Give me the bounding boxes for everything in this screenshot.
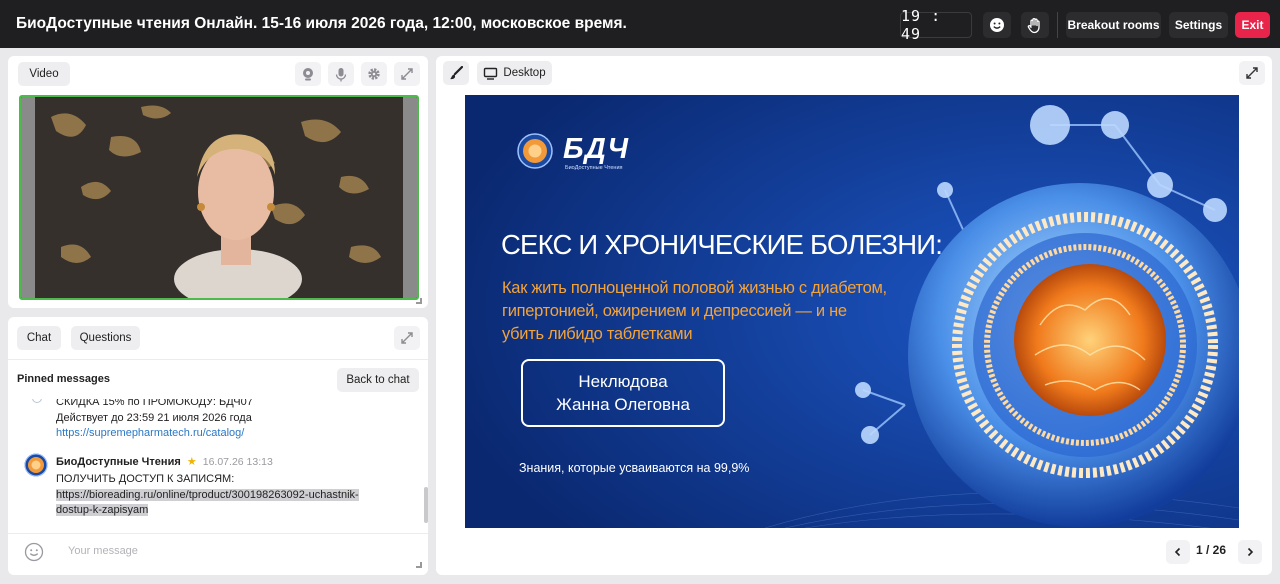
smiley-icon [24, 542, 44, 562]
chat-scrollbar[interactable] [424, 487, 428, 523]
video-resize-handle[interactable] [416, 298, 422, 304]
message-link[interactable]: https://bioreading.ru/online/tproduct/30… [56, 488, 359, 501]
speaker-name-box: Неклюдова Жанна Олеговна [521, 359, 725, 427]
pinned-messages-list: СКИДКА 15% по ПРОМОКОДУ: БДЧ07 Действует… [8, 399, 428, 531]
pinned-message: ПОЛУЧИТЬ ДОСТУП К ЗАПИСЯМ: https://biore… [56, 472, 359, 519]
expand-icon [401, 332, 413, 344]
top-bar: БиоДоступные чтения Онлайн. 15-16 июля 2… [0, 0, 1280, 48]
input-divider [8, 533, 428, 534]
hand-icon [1027, 17, 1040, 33]
avatar [32, 399, 42, 403]
message-timestamp: 16.07.26 13:13 [202, 456, 273, 468]
brush-icon [450, 66, 463, 80]
bdch-logo-icon [24, 453, 48, 477]
tab-questions[interactable]: Questions [71, 326, 140, 350]
presentation-slide: БДЧ БиоДоступные Чтения СЕКС И ХРОНИЧЕСК… [465, 95, 1239, 528]
chevron-left-icon [1174, 547, 1181, 557]
slide-footer: Знания, которые усваиваются на 99,9% [519, 461, 750, 475]
slide-heading: СЕКС И ХРОНИЧЕСКИЕ БОЛЕЗНИ: [501, 229, 943, 260]
subheading-line: гипертонией, ожирением и депрессией — и … [502, 302, 847, 320]
subheading-line: убить либидо таблетками [502, 325, 693, 343]
message-line: СКИДКА 15% по ПРОМОКОДУ: БДЧ07 [56, 399, 253, 408]
expand-chat-button[interactable] [394, 326, 420, 350]
message-input[interactable]: Your message [68, 545, 138, 557]
emoji-reaction-button[interactable] [983, 12, 1011, 38]
avatar [24, 453, 48, 477]
tab-chat[interactable]: Chat [17, 326, 61, 350]
star-icon: ★ [186, 456, 197, 468]
fullscreen-button[interactable] [1239, 61, 1265, 85]
tab-desktop[interactable]: Desktop [477, 61, 552, 85]
slide-page-indicator: 1 / 26 [1196, 543, 1227, 557]
webcam-icon [303, 68, 313, 81]
expand-video-button[interactable] [394, 62, 420, 86]
event-title: БиоДоступные чтения Онлайн. 15-16 июля 2… [16, 15, 627, 32]
pinned-messages-label: Pinned messages [17, 373, 110, 385]
desktop-tab-label: Desktop [503, 67, 546, 79]
slide-subheading: Как жить полноценной половой жизнью с ди… [502, 277, 887, 346]
tab-video[interactable]: Video [18, 62, 70, 86]
speaker-given-name: Жанна Олеговна [556, 395, 690, 414]
slide-logo-subtitle: БиоДоступные Чтения [565, 165, 623, 171]
slide-logo-text: БДЧ [563, 133, 630, 165]
subheading-line: Как жить полноценной половой жизнью с ди… [502, 279, 887, 297]
timer-display: 19 : 49 [900, 7, 972, 43]
exit-button[interactable]: Exit [1235, 12, 1270, 38]
chevron-right-icon [1247, 547, 1254, 557]
message-link-continuation[interactable]: dostup-k-zapisyam [56, 504, 149, 516]
message-link[interactable]: https://supremepharmatech.ru/catalog/ [56, 426, 253, 442]
previous-slide-button[interactable] [1166, 540, 1190, 564]
expand-icon [401, 68, 413, 80]
next-slide-button[interactable] [1238, 540, 1262, 564]
microphone-icon [335, 67, 347, 81]
camera-button[interactable] [295, 62, 321, 86]
microphone-button[interactable] [328, 62, 354, 86]
gear-icon [368, 68, 380, 80]
toolbar-divider [1057, 12, 1058, 38]
expand-icon [1246, 67, 1258, 79]
raise-hand-button[interactable] [1021, 12, 1049, 38]
annotate-button[interactable] [443, 61, 469, 85]
settings-button[interactable]: Settings [1169, 12, 1228, 38]
message-author: БиоДоступные Чтения [56, 456, 181, 468]
breakout-rooms-button[interactable]: Breakout rooms [1066, 12, 1161, 38]
monitor-icon [484, 67, 498, 80]
speaker-surname: Неклюдова [578, 372, 668, 391]
message-header: БиоДоступные Чтения ★ 16.07.26 13:13 [56, 455, 273, 468]
chat-resize-handle[interactable] [416, 562, 422, 568]
chat-divider [8, 359, 428, 360]
back-to-chat-button[interactable]: Back to chat [337, 368, 419, 392]
message-line: Действует до 23:59 21 июля 2026 года [56, 411, 252, 424]
message-line: ПОЛУЧИТЬ ДОСТУП К ЗАПИСЯМ: [56, 473, 235, 485]
bdch-logo-icon [517, 133, 553, 169]
video-settings-button[interactable] [361, 62, 387, 86]
participant-video [19, 95, 419, 300]
emoji-picker-button[interactable] [24, 542, 44, 562]
chat-panel: Chat Questions Pinned messages Back to c… [8, 317, 428, 575]
pinned-message: СКИДКА 15% по ПРОМОКОДУ: БДЧ07 Действует… [56, 399, 253, 442]
speaker-video-feed [21, 97, 417, 298]
smiley-icon [990, 18, 1004, 32]
